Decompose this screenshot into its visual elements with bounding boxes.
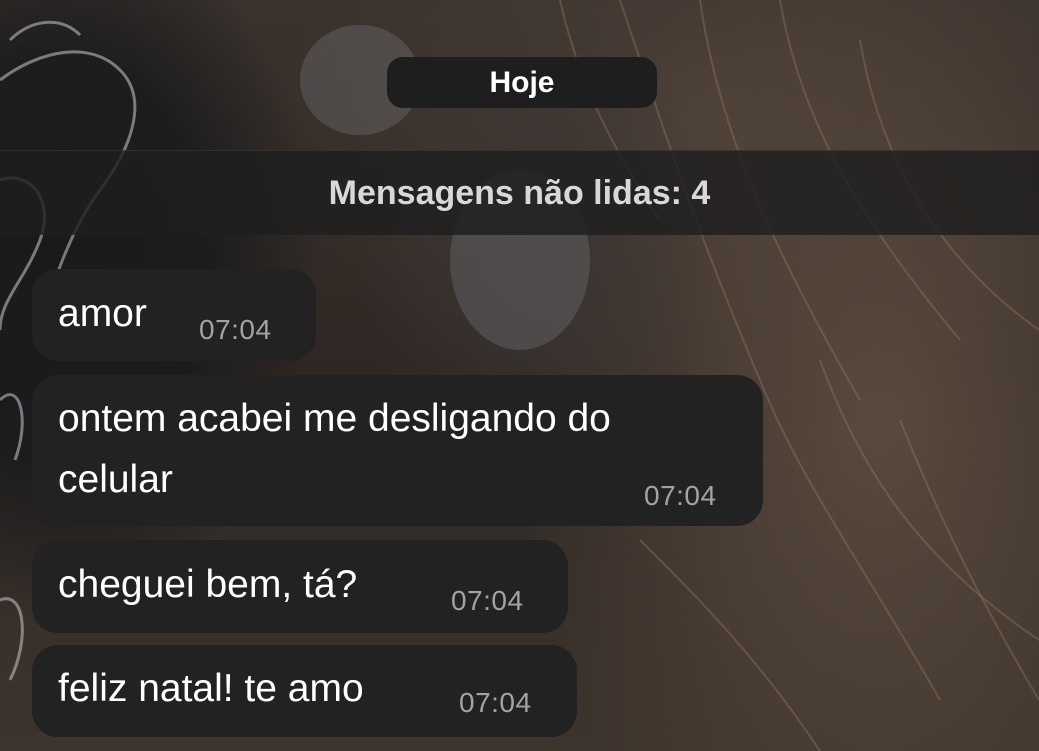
message-line: amor xyxy=(58,292,147,335)
unread-messages-banner: Mensagens não lidas: 4 xyxy=(0,150,1039,235)
date-separator-label: Hoje xyxy=(489,65,555,99)
message-timestamp: 07:04 xyxy=(451,585,524,616)
message-line: ontem acabei me desligando do xyxy=(58,397,611,440)
message-line: feliz natal! te amo xyxy=(58,667,364,710)
message-timestamp: 07:04 xyxy=(644,480,717,511)
unread-messages-label: Mensagens não lidas: 4 xyxy=(328,173,711,212)
message-text: feliz natal! te amo xyxy=(58,658,364,719)
message-bubble[interactable]: cheguei bem, tá? 07:04 xyxy=(32,540,568,633)
message-timestamp: 07:04 xyxy=(199,314,272,345)
message-line: celular xyxy=(58,458,173,501)
message-bubble[interactable]: amor 07:04 xyxy=(32,269,316,361)
message-text: amor xyxy=(58,283,147,344)
message-bubble[interactable]: feliz natal! te amo 07:04 xyxy=(32,645,577,737)
message-bubble[interactable]: ontem acabei me desligando do celular 07… xyxy=(32,375,763,526)
message-line: cheguei bem, tá? xyxy=(58,563,358,606)
date-separator: Hoje xyxy=(387,57,657,108)
message-text: cheguei bem, tá? xyxy=(58,554,357,615)
message-text: ontem acabei me desligando do celular xyxy=(58,388,611,510)
message-timestamp: 07:04 xyxy=(459,687,532,718)
